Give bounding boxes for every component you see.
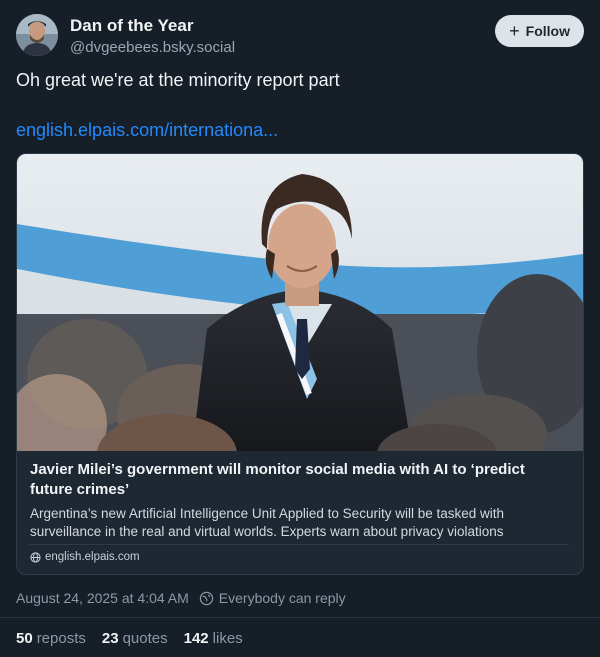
- link-preview-card[interactable]: Javier Milei’s government will monitor s…: [16, 153, 584, 575]
- globe-reply-icon: [199, 591, 213, 605]
- author-display-name[interactable]: Dan of the Year: [70, 16, 193, 36]
- stats-divider: [0, 617, 600, 618]
- card-domain-text: english.elpais.com: [45, 551, 140, 563]
- user-avatar-icon: [16, 14, 58, 56]
- post-text: Oh great we're at the minority report pa…: [16, 70, 340, 90]
- reposts-stat[interactable]: 50 reposts: [16, 630, 86, 647]
- globe-icon: [30, 551, 41, 563]
- card-text: Javier Milei’s government will monitor s…: [30, 460, 570, 541]
- author-handle[interactable]: @dvgeebees.bsky.social: [70, 39, 235, 56]
- preview-image: [17, 154, 583, 451]
- reposts-count: 50: [16, 630, 33, 647]
- avatar[interactable]: [16, 14, 58, 56]
- post-link[interactable]: english.elpais.com/internationa...: [16, 120, 278, 141]
- likes-stat[interactable]: 142 likes: [184, 630, 243, 647]
- quotes-stat[interactable]: 23 quotes: [102, 630, 168, 647]
- reply-setting-label: Everybody can reply: [218, 590, 346, 606]
- card-domain: english.elpais.com: [30, 551, 140, 563]
- post-timestamp[interactable]: August 24, 2025 at 4:04 AM: [16, 590, 189, 606]
- follow-button-label: Follow: [525, 23, 570, 39]
- likes-count: 142: [183, 630, 209, 647]
- likes-label: likes: [212, 630, 243, 647]
- card-description: Argentina’s new Artificial Intelligence …: [30, 506, 504, 539]
- reply-setting[interactable]: Everybody can reply: [199, 590, 346, 606]
- card-divider: [29, 544, 569, 545]
- engagement-stats: 50 reposts 23 quotes 142 likes: [16, 630, 243, 647]
- plus-icon: +: [509, 20, 520, 41]
- post-meta: August 24, 2025 at 4:04 AM Everybody can…: [16, 590, 346, 606]
- follow-button[interactable]: + Follow: [495, 15, 584, 47]
- card-title: Javier Milei’s government will monitor s…: [30, 461, 525, 498]
- quotes-count: 23: [101, 630, 119, 647]
- post-header: Dan of the Year @dvgeebees.bsky.social +…: [16, 14, 584, 58]
- quotes-label: quotes: [122, 630, 168, 647]
- reposts-label: reposts: [36, 630, 86, 647]
